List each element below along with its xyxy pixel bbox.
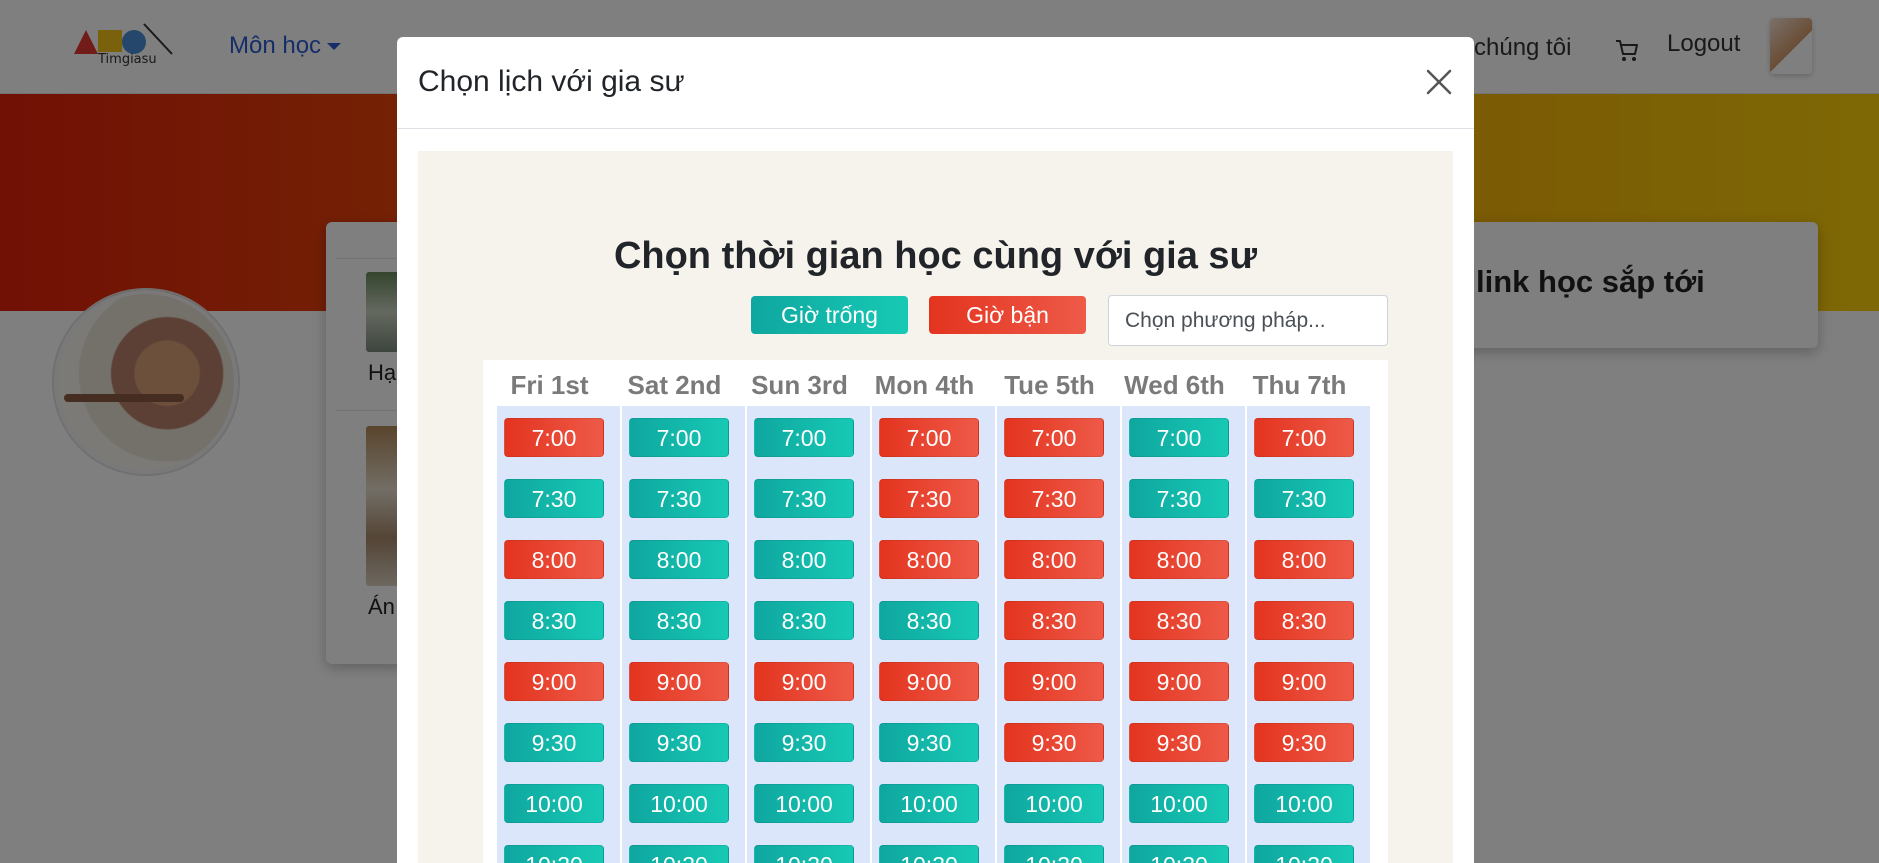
day-header: Tue 5th bbox=[1004, 370, 1095, 400]
time-slot-busy[interactable]: 9:30 bbox=[1004, 723, 1104, 762]
time-slot-busy[interactable]: 8:30 bbox=[1129, 601, 1229, 640]
time-slot-free[interactable]: 7:00 bbox=[629, 418, 729, 457]
time-slot-free[interactable]: 7:00 bbox=[1129, 418, 1229, 457]
day-header: Sat 2nd bbox=[627, 370, 722, 400]
time-slot-free[interactable]: 9:30 bbox=[629, 723, 729, 762]
time-slot-busy[interactable]: 9:00 bbox=[629, 662, 729, 701]
day-column: 7:00 7:30 8:00 8:30 9:00 9:30 10:00 10:30 bbox=[1122, 406, 1245, 863]
time-slot-busy[interactable]: 9:00 bbox=[879, 662, 979, 701]
time-slot-free[interactable]: 10:30 bbox=[504, 845, 604, 863]
time-slot-free[interactable]: 7:30 bbox=[1129, 479, 1229, 518]
time-slot-free[interactable]: 9:30 bbox=[504, 723, 604, 762]
time-slot-free[interactable]: 10:00 bbox=[754, 784, 854, 823]
time-slot-busy[interactable]: 9:30 bbox=[1254, 723, 1354, 762]
day-column: 7:00 7:30 8:00 8:30 9:00 9:30 10:00 10:30 bbox=[622, 406, 745, 863]
time-slot-free[interactable]: 7:30 bbox=[504, 479, 604, 518]
day-header-row: Fri 1st Sat 2nd Sun 3rd Mon 4th Tue 5th Wed 6… bbox=[483, 360, 1388, 406]
time-slot-busy[interactable]: 9:00 bbox=[504, 662, 604, 701]
modal-header: Chọn lịch với gia sư bbox=[397, 37, 1474, 129]
day-column: 7:00 7:30 8:00 8:30 9:00 9:30 10:00 10:30 bbox=[497, 406, 620, 863]
time-slot-busy[interactable]: 8:00 bbox=[1254, 540, 1354, 579]
time-slot-free[interactable]: 8:00 bbox=[629, 540, 729, 579]
time-slot-busy[interactable]: 9:00 bbox=[1004, 662, 1104, 701]
time-slot-busy[interactable]: 8:00 bbox=[1004, 540, 1104, 579]
legend-busy-badge: Giờ bận bbox=[929, 296, 1086, 334]
time-slot-free[interactable]: 10:00 bbox=[629, 784, 729, 823]
day-header: Fri 1st bbox=[510, 370, 589, 400]
day-header: Mon 4th bbox=[874, 370, 975, 400]
close-icon[interactable] bbox=[1424, 67, 1454, 97]
time-slot-busy[interactable]: 8:00 bbox=[879, 540, 979, 579]
time-slot-free[interactable]: 8:30 bbox=[629, 601, 729, 640]
time-slot-free[interactable]: 8:30 bbox=[504, 601, 604, 640]
time-slot-free[interactable]: 10:00 bbox=[1254, 784, 1354, 823]
modal-title: Chọn lịch với gia sư bbox=[418, 65, 685, 98]
schedule-modal: Chọn lịch với gia sư Chọn thời gian học … bbox=[397, 37, 1474, 863]
time-slot-free[interactable]: 10:30 bbox=[1129, 845, 1229, 863]
time-slot-busy[interactable]: 8:00 bbox=[504, 540, 604, 579]
time-slot-free[interactable]: 7:30 bbox=[629, 479, 729, 518]
time-slot-busy[interactable]: 7:30 bbox=[879, 479, 979, 518]
time-slot-free[interactable]: 10:30 bbox=[754, 845, 854, 863]
day-header: Thu 7th bbox=[1252, 370, 1347, 400]
time-slot-free[interactable]: 7:30 bbox=[754, 479, 854, 518]
time-slot-busy[interactable]: 8:30 bbox=[1004, 601, 1104, 640]
time-slot-free[interactable]: 9:30 bbox=[879, 723, 979, 762]
time-slot-free[interactable]: 8:00 bbox=[754, 540, 854, 579]
time-slot-busy[interactable]: 7:00 bbox=[879, 418, 979, 457]
time-slot-busy[interactable]: 8:30 bbox=[1254, 601, 1354, 640]
time-slot-free[interactable]: 10:00 bbox=[504, 784, 604, 823]
time-slot-busy[interactable]: 9:00 bbox=[754, 662, 854, 701]
time-slot-busy[interactable]: 9:30 bbox=[1129, 723, 1229, 762]
time-slot-free[interactable]: 9:30 bbox=[754, 723, 854, 762]
time-slot-free[interactable]: 10:30 bbox=[1254, 845, 1354, 863]
time-slot-free[interactable]: 10:00 bbox=[1004, 784, 1104, 823]
schedule-panel: Chọn thời gian học cùng với gia sư Giờ t… bbox=[418, 151, 1453, 863]
time-slot-busy[interactable]: 8:00 bbox=[1129, 540, 1229, 579]
time-slot-busy[interactable]: 9:00 bbox=[1254, 662, 1354, 701]
day-column: 7:00 7:30 8:00 8:30 9:00 9:30 10:00 10:30 bbox=[872, 406, 995, 863]
time-slot-free[interactable]: 10:00 bbox=[879, 784, 979, 823]
time-slot-busy[interactable]: 7:00 bbox=[504, 418, 604, 457]
day-header: Sun 3rd bbox=[751, 370, 848, 400]
time-slot-free[interactable]: 10:00 bbox=[1129, 784, 1229, 823]
time-slot-free[interactable]: 7:30 bbox=[1254, 479, 1354, 518]
legend-free-badge: Giờ trống bbox=[751, 296, 908, 334]
method-select-input[interactable] bbox=[1108, 295, 1388, 346]
day-column: 7:00 7:30 8:00 8:30 9:00 9:30 10:00 10:30 bbox=[997, 406, 1120, 863]
day-column: 7:00 7:30 8:00 8:30 9:00 9:30 10:00 10:30 bbox=[747, 406, 870, 863]
time-slot-free[interactable]: 8:30 bbox=[879, 601, 979, 640]
time-slot-free[interactable]: 10:30 bbox=[629, 845, 729, 863]
day-header: Wed 6th bbox=[1124, 370, 1225, 400]
time-slot-busy[interactable]: 7:00 bbox=[1254, 418, 1354, 457]
time-slot-busy[interactable]: 9:00 bbox=[1129, 662, 1229, 701]
schedule-grid: Fri 1st Sat 2nd Sun 3rd Mon 4th Tue 5th Wed 6… bbox=[483, 360, 1388, 863]
time-slot-free[interactable]: 10:30 bbox=[1004, 845, 1104, 863]
time-slot-free[interactable]: 7:00 bbox=[754, 418, 854, 457]
time-slot-free[interactable]: 10:30 bbox=[879, 845, 979, 863]
time-slot-free[interactable]: 8:30 bbox=[754, 601, 854, 640]
time-slot-busy[interactable]: 7:30 bbox=[1004, 479, 1104, 518]
time-slot-busy[interactable]: 7:00 bbox=[1004, 418, 1104, 457]
day-column: 7:00 7:30 8:00 8:30 9:00 9:30 10:00 10:30 bbox=[1247, 406, 1370, 863]
schedule-title: Chọn thời gian học cùng với gia sư bbox=[613, 235, 1258, 277]
